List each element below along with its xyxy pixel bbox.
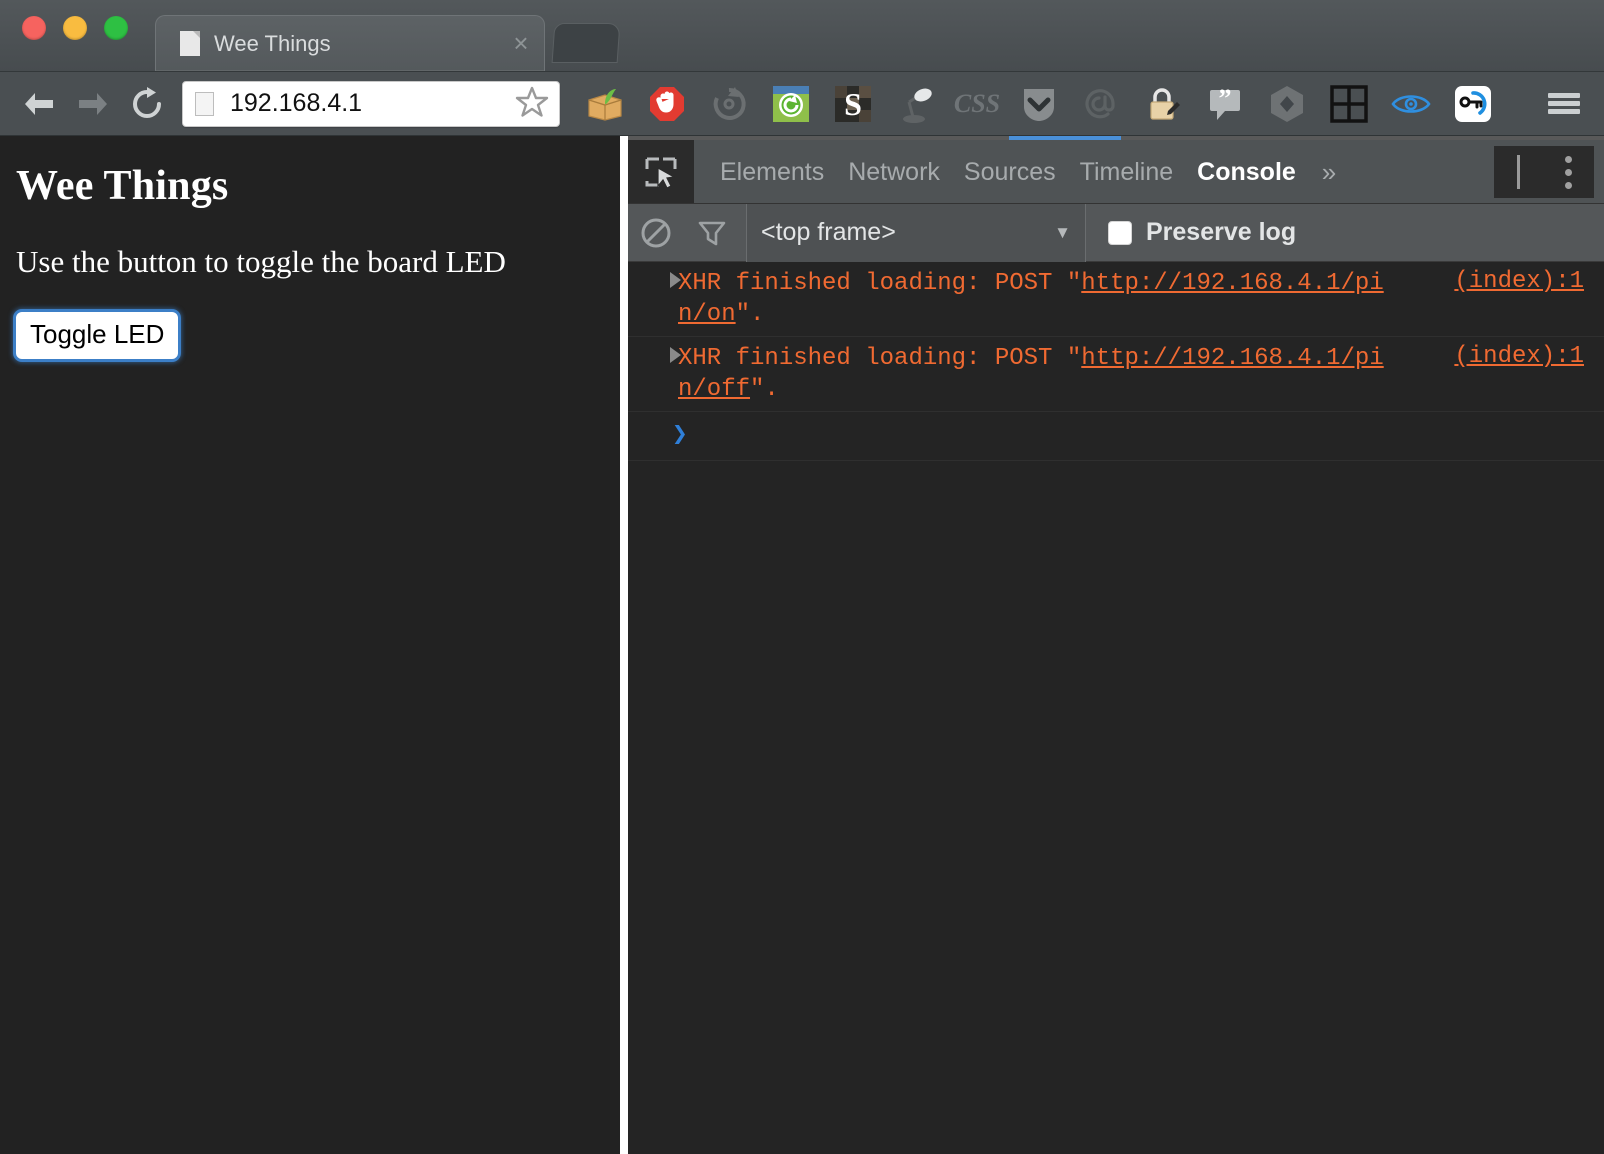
message-prefix: XHR finished loading: POST " bbox=[678, 345, 1082, 372]
console-input[interactable] bbox=[704, 422, 1604, 448]
svg-text:”: ” bbox=[1219, 84, 1232, 113]
console-prompt[interactable]: ❯ bbox=[628, 412, 1604, 461]
page-heading: Wee Things bbox=[16, 163, 229, 209]
arrow-left-icon bbox=[25, 92, 53, 115]
hexagon-diamond-icon[interactable] bbox=[1256, 76, 1318, 132]
grid-window-icon[interactable] bbox=[1318, 76, 1380, 132]
clear-console-button[interactable] bbox=[628, 204, 684, 262]
tab-console[interactable]: Console bbox=[1185, 140, 1308, 204]
content-area: Wee Things Use the button to toggle the … bbox=[0, 136, 1604, 1154]
page-paragraph: Use the button to toggle the board LED bbox=[16, 244, 506, 279]
chevron-shield-icon[interactable] bbox=[1008, 76, 1070, 132]
refresh-circle-icon[interactable] bbox=[698, 76, 760, 132]
panel-splitter[interactable] bbox=[620, 136, 628, 1154]
key-circle-icon[interactable] bbox=[1442, 76, 1504, 132]
devtools-toolbar-right bbox=[1494, 146, 1594, 198]
console-message[interactable]: XHR finished loading: POST "http://192.1… bbox=[628, 337, 1604, 412]
window-controls bbox=[22, 16, 128, 40]
message-suffix: ". bbox=[750, 376, 779, 403]
letter-s-icon[interactable]: S bbox=[822, 76, 884, 132]
minimize-window-button[interactable] bbox=[63, 16, 87, 40]
console-message-source[interactable]: (index):1 bbox=[1454, 268, 1584, 295]
prompt-caret-icon: ❯ bbox=[672, 420, 688, 450]
preserve-log-label: Preserve log bbox=[1146, 218, 1297, 246]
address-bar[interactable]: 192.168.4.1 bbox=[182, 80, 560, 127]
new-tab-button[interactable] bbox=[551, 23, 621, 63]
chevron-down-icon: ▼ bbox=[1054, 222, 1071, 242]
browser-window: Wee Things × 192.168.4.1 S CSS ” Wee Thi… bbox=[0, 0, 1604, 1154]
padlock-pen-icon[interactable] bbox=[1132, 76, 1194, 132]
back-button[interactable] bbox=[12, 77, 66, 131]
eye-icon[interactable] bbox=[1380, 76, 1442, 132]
stop-hand-icon[interactable] bbox=[636, 76, 698, 132]
zoom-window-button[interactable] bbox=[104, 16, 128, 40]
bookmark-star-icon[interactable] bbox=[515, 85, 549, 123]
devtools-panel: Elements Network Sources Timeline Consol… bbox=[628, 136, 1604, 1154]
browser-toolbar: 192.168.4.1 S CSS ” bbox=[0, 72, 1604, 136]
filter-button[interactable] bbox=[684, 204, 740, 262]
url-text[interactable]: 192.168.4.1 bbox=[230, 89, 515, 118]
console-output[interactable]: XHR finished loading: POST "http://192.1… bbox=[628, 262, 1604, 1154]
at-sign-icon[interactable] bbox=[1070, 76, 1132, 132]
frame-selector[interactable]: <top frame> ▼ bbox=[746, 203, 1086, 262]
no-entry-icon bbox=[641, 218, 671, 247]
tab-network[interactable]: Network bbox=[836, 140, 952, 204]
toggle-led-button[interactable]: Toggle LED bbox=[16, 312, 179, 359]
tab-strip: Wee Things × bbox=[0, 0, 1604, 72]
tab-title: Wee Things bbox=[214, 30, 331, 56]
chrome-menu-button[interactable] bbox=[1536, 76, 1592, 132]
tab-elements[interactable]: Elements bbox=[708, 140, 836, 204]
quote-bubble-icon[interactable]: ” bbox=[1194, 76, 1256, 132]
arrow-right-icon bbox=[79, 92, 107, 115]
desk-lamp-icon[interactable] bbox=[884, 76, 946, 132]
preserve-log-toggle[interactable]: Preserve log bbox=[1086, 218, 1296, 247]
svg-text:S: S bbox=[844, 86, 862, 122]
hamburger-icon bbox=[1548, 90, 1580, 117]
console-message-source[interactable]: (index):1 bbox=[1454, 343, 1584, 370]
reload-icon bbox=[133, 86, 161, 118]
close-icon[interactable]: × bbox=[508, 30, 534, 57]
browser-tab-wee-things[interactable]: Wee Things × bbox=[155, 15, 545, 71]
inspect-element-button[interactable] bbox=[628, 140, 694, 203]
devtools-tab-bar: Elements Network Sources Timeline Consol… bbox=[628, 140, 1604, 204]
devtools-menu-icon[interactable] bbox=[1564, 155, 1572, 189]
frame-selector-value: <top frame> bbox=[761, 218, 896, 246]
extension-toolbar: S CSS ” bbox=[574, 76, 1536, 132]
message-prefix: XHR finished loading: POST " bbox=[678, 270, 1082, 297]
preserve-log-checkbox[interactable] bbox=[1108, 220, 1132, 245]
reload-button[interactable] bbox=[120, 77, 174, 131]
page-favicon-icon bbox=[195, 91, 214, 116]
expand-arrow-icon[interactable] bbox=[670, 272, 681, 288]
message-suffix: ". bbox=[735, 301, 765, 328]
tab-timeline[interactable]: Timeline bbox=[1068, 140, 1186, 204]
page-viewport: Wee Things Use the button to toggle the … bbox=[0, 136, 620, 1154]
funnel-icon bbox=[698, 221, 726, 245]
open-box-icon[interactable] bbox=[574, 76, 636, 132]
document-icon bbox=[180, 31, 200, 56]
more-tabs-icon[interactable]: » bbox=[1308, 140, 1350, 204]
inspect-cursor-icon bbox=[645, 157, 677, 189]
forward-button[interactable] bbox=[66, 77, 120, 131]
green-reload-icon[interactable] bbox=[760, 76, 822, 132]
css-text-icon[interactable]: CSS bbox=[946, 76, 1008, 132]
tab-sources[interactable]: Sources bbox=[952, 140, 1068, 204]
expand-arrow-icon[interactable] bbox=[670, 347, 681, 363]
console-message[interactable]: XHR finished loading: POST "http://192.1… bbox=[628, 262, 1604, 337]
dock-side-icon[interactable] bbox=[1516, 155, 1520, 189]
close-window-button[interactable] bbox=[22, 16, 46, 40]
console-toolbar: <top frame> ▼ Preserve log bbox=[628, 203, 1604, 262]
devtools-tabs: Elements Network Sources Timeline Consol… bbox=[694, 140, 1350, 203]
